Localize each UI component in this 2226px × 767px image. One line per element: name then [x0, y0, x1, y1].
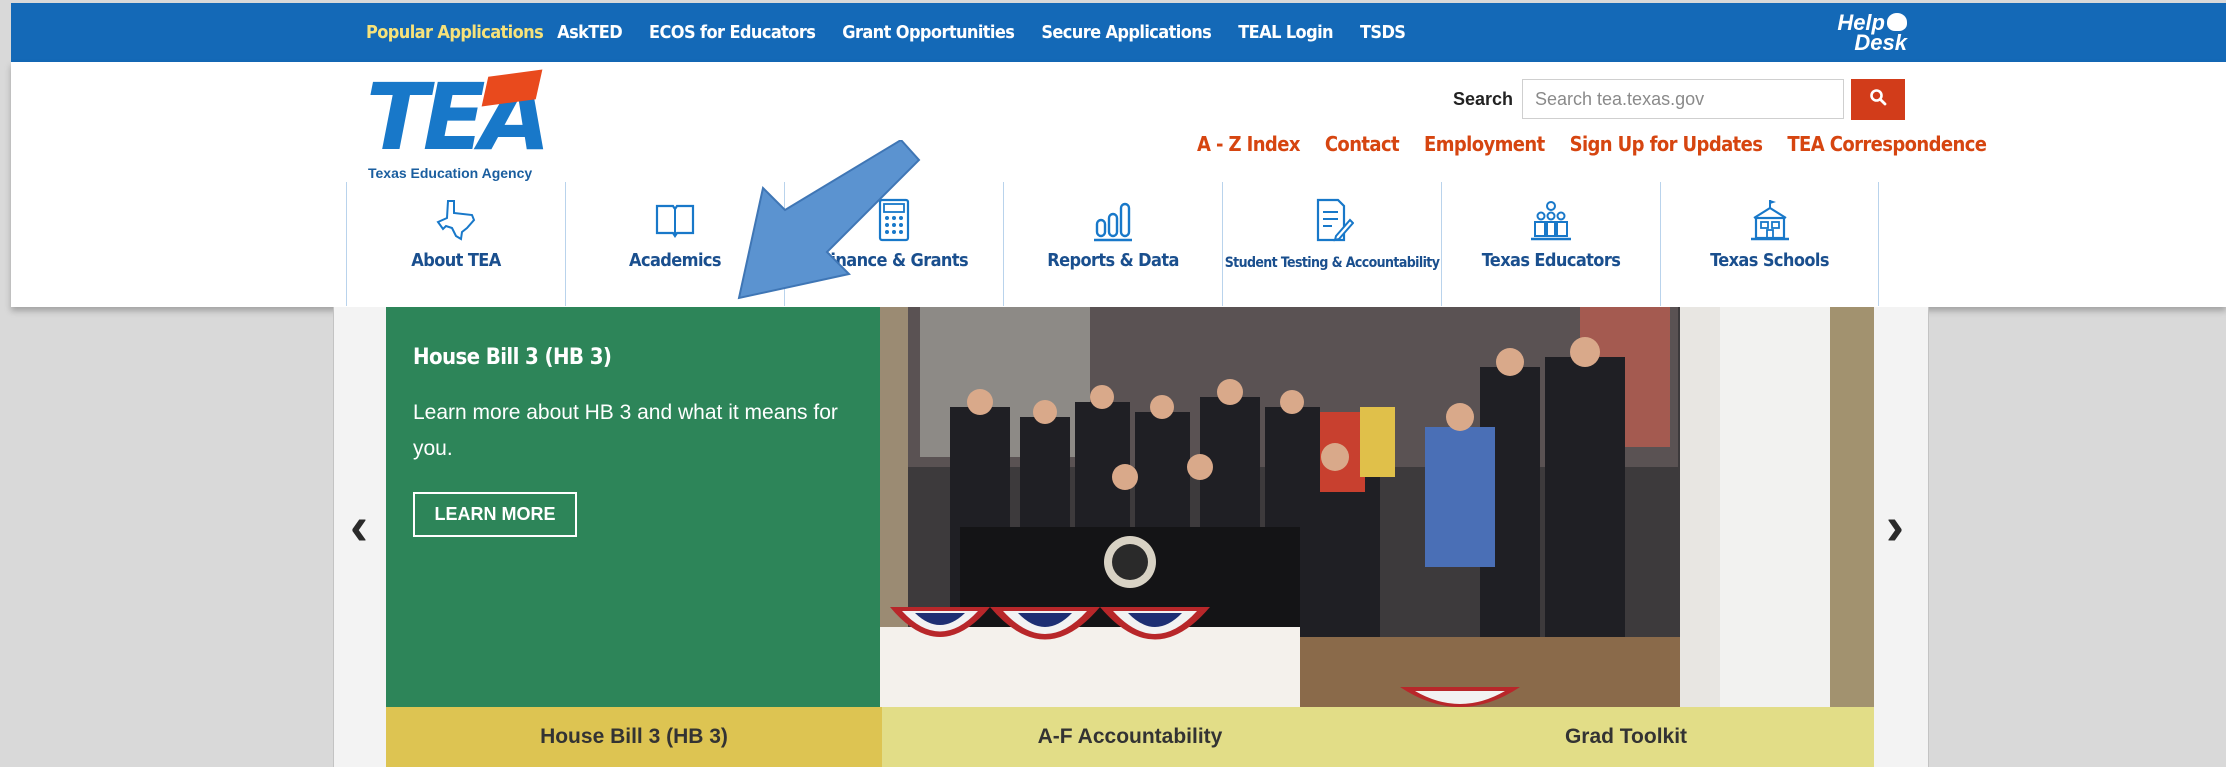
- link-contact[interactable]: Contact: [1325, 132, 1400, 156]
- search-input[interactable]: [1522, 79, 1844, 119]
- hero-carousel: ‹ › House Bill 3 (HB 3) Learn more about…: [333, 307, 1929, 767]
- annotation-arrow-icon: [737, 140, 921, 300]
- link-grant-opportunities[interactable]: Grant Opportunities: [842, 22, 1015, 43]
- nav-item-about-tea[interactable]: About TEA: [346, 182, 565, 306]
- hb3-signing-photo: [880, 307, 1874, 707]
- carousel-tabs: House Bill 3 (HB 3) A-F Accountability G…: [386, 707, 1874, 767]
- top-utility-bar: Popular Applications AskTED ECOS for Edu…: [11, 3, 2226, 62]
- nav-label: Texas Schools: [1710, 250, 1829, 271]
- site-header: TEA Texas Education Agency Search A - Z …: [11, 62, 2226, 307]
- magnifier-icon: [1870, 88, 1887, 105]
- nav-item-texas-schools[interactable]: Texas Schools: [1660, 182, 1879, 306]
- nav-label: Student Testing & Accountability: [1224, 255, 1440, 271]
- utility-links: A - Z Index Contact Employment Sign Up f…: [1197, 132, 1987, 156]
- slide-text-panel: House Bill 3 (HB 3) Learn more about HB …: [386, 307, 880, 707]
- open-book-icon: [655, 204, 695, 238]
- slide-description: Learn more about HB 3 and what it means …: [413, 401, 838, 460]
- search-button[interactable]: [1851, 79, 1905, 120]
- slide-title: House Bill 3 (HB 3): [413, 345, 612, 370]
- popular-applications-links: Popular Applications AskTED ECOS for Edu…: [366, 3, 1406, 62]
- nav-item-texas-educators[interactable]: Texas Educators: [1441, 182, 1660, 306]
- bar-chart-icon: [1094, 202, 1132, 242]
- nav-item-reports-data[interactable]: Reports & Data: [1003, 182, 1222, 306]
- learn-more-button[interactable]: LEARN MORE: [413, 492, 577, 537]
- nav-label: Reports & Data: [1047, 250, 1179, 271]
- help-desk-link[interactable]: Help Desk: [1823, 12, 1907, 55]
- tab-a-f-accountability[interactable]: A-F Accountability: [882, 707, 1378, 767]
- tab-house-bill-3[interactable]: House Bill 3 (HB 3): [386, 707, 882, 767]
- logo-wordmark: TEA: [366, 64, 551, 171]
- nav-item-student-testing-accountability[interactable]: Student Testing & Accountability: [1222, 182, 1441, 306]
- test-paper-icon: [1316, 198, 1354, 242]
- link-employment[interactable]: Employment: [1424, 132, 1545, 156]
- link-sign-up-for-updates[interactable]: Sign Up for Updates: [1570, 132, 1763, 156]
- link-tsds[interactable]: TSDS: [1360, 22, 1406, 43]
- link-ecos-for-educators[interactable]: ECOS for Educators: [649, 22, 816, 43]
- link-tea-correspondence[interactable]: TEA Correspondence: [1787, 132, 1987, 156]
- carousel-next-button[interactable]: ›: [1886, 499, 1904, 553]
- tea-logo[interactable]: TEA Texas Education Agency: [366, 64, 576, 183]
- help-desk-line2: Desk: [1854, 30, 1907, 55]
- carousel-prev-button[interactable]: ‹: [350, 499, 368, 553]
- link-teal-login[interactable]: TEAL Login: [1238, 22, 1333, 43]
- schoolhouse-icon: [1750, 200, 1789, 241]
- link-askted[interactable]: AskTED: [557, 22, 623, 43]
- nav-label: About TEA: [411, 250, 501, 271]
- search-label: Search: [1453, 89, 1514, 109]
- nav-label: Texas Educators: [1481, 250, 1621, 271]
- link-a-z-index[interactable]: A - Z Index: [1197, 132, 1300, 156]
- help-desk-icon: [1887, 13, 1907, 31]
- link-secure-applications[interactable]: Secure Applications: [1041, 22, 1212, 43]
- main-navigation: About TEA Academics Finance & Grants Rep…: [346, 182, 1879, 306]
- texas-outline-icon: [436, 200, 476, 241]
- tab-grad-toolkit[interactable]: Grad Toolkit: [1378, 707, 1874, 767]
- popular-applications-label: Popular Applications: [366, 22, 544, 43]
- classroom-icon: [1531, 201, 1571, 241]
- logo-subtitle: Texas Education Agency: [368, 165, 533, 181]
